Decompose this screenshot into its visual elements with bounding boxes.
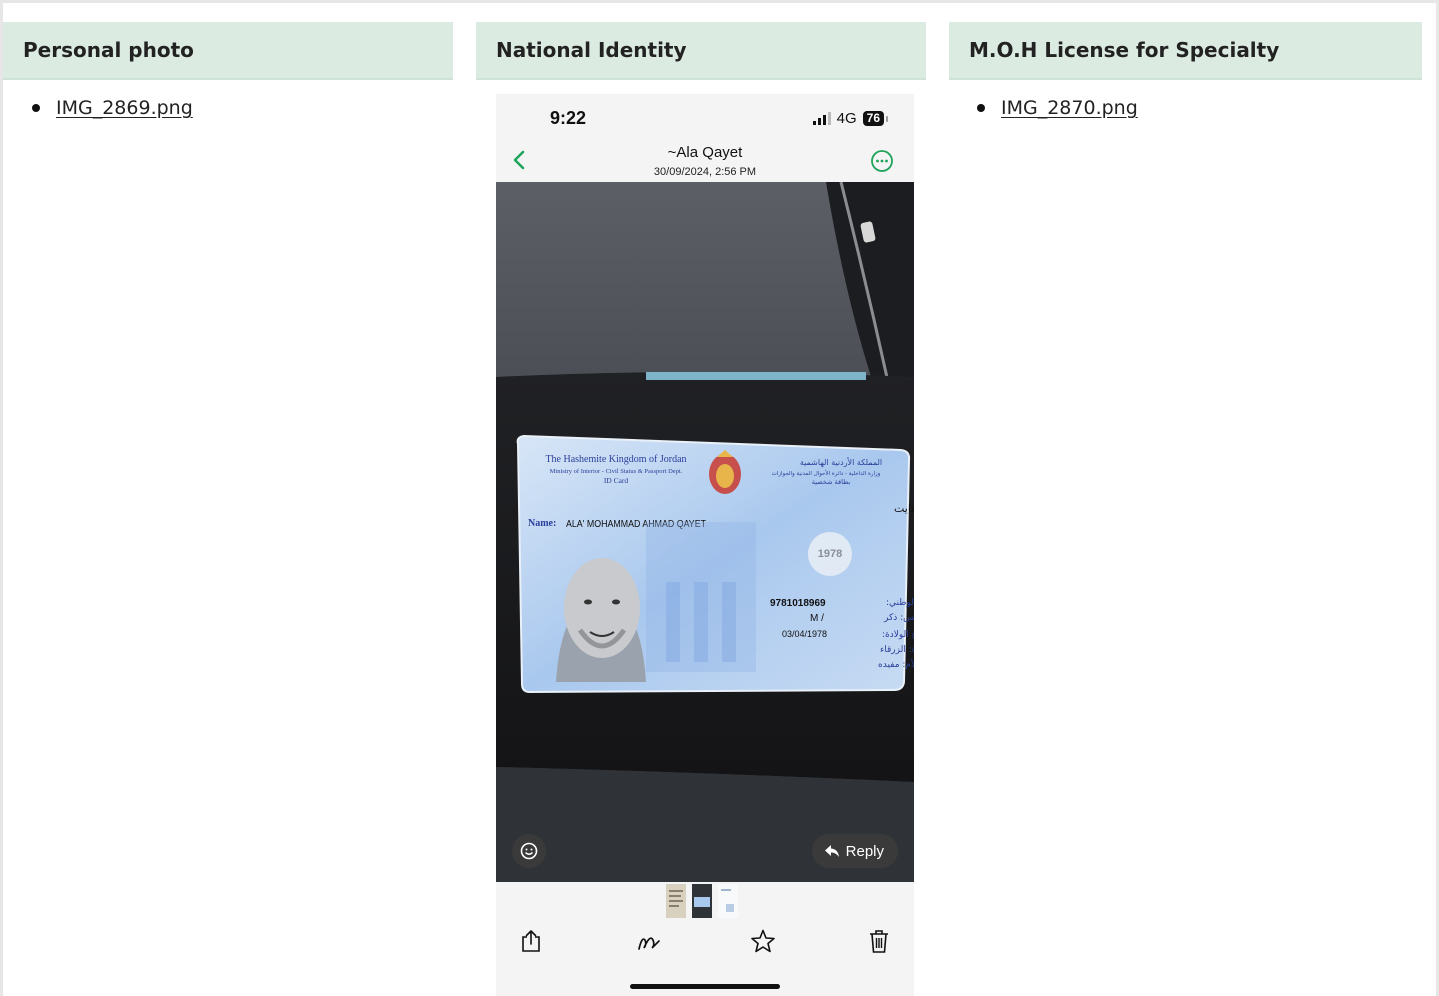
share-icon[interactable] — [518, 928, 544, 954]
id-card-photo: The Hashemite Kingdom of Jordan Ministry… — [496, 182, 914, 882]
contact-name: ~Ala Qayet — [667, 144, 743, 161]
card-header-en-2: Ministry of Interior - Civil Status & Pa… — [550, 468, 683, 475]
thumbnail-document[interactable] — [666, 884, 686, 918]
card-header-en-3: ID Card — [604, 476, 629, 485]
card-header-en-1: The Hashemite Kingdom of Jordan — [545, 454, 686, 465]
id-card-scene: The Hashemite Kingdom of Jordan Ministry… — [496, 182, 914, 882]
section-title: M.O.H License for Specialty — [969, 38, 1280, 62]
thumbnail-license[interactable] — [718, 884, 738, 918]
card-dob: 03/04/1978 — [782, 629, 827, 639]
moh-license-file-list: IMG_2870.png — [977, 94, 1138, 122]
signal-icon — [812, 112, 831, 125]
card-header-ar-2: وزارة الداخلية - دائرة الأحوال المدنية و… — [772, 469, 881, 477]
network-type: 4G — [836, 110, 857, 127]
card-dob-label: تاريخ الولادة: — [882, 630, 914, 640]
message-timestamp: 30/09/2024, 2:56 PM — [653, 166, 757, 178]
list-item: IMG_2869.png — [32, 94, 193, 122]
status-indicators: 4G 76 — [812, 110, 889, 127]
card-header-ar-1: المملكة الأردنية الهاشمية — [800, 457, 882, 467]
bullet-icon — [977, 104, 985, 112]
trash-icon[interactable] — [866, 928, 892, 954]
card-mother-name: اسم الأم: مفيده — [878, 658, 914, 670]
section-header-personal-photo: Personal photo — [3, 22, 453, 80]
card-sex: M / — [810, 613, 824, 624]
status-time: 9:22 — [550, 108, 587, 128]
section-title: Personal photo — [23, 38, 194, 62]
photo-toolbar — [496, 924, 914, 964]
emoji-reaction-button[interactable] — [512, 834, 546, 868]
list-item: IMG_2870.png — [977, 94, 1138, 122]
id-card: The Hashemite Kingdom of Jordan Ministry… — [516, 434, 914, 694]
card-name-ar: الاسم: علاء محمد احمد قايت — [894, 502, 914, 515]
reply-button[interactable]: Reply — [811, 834, 898, 868]
card-birthplace: مكان الولادة: الزرقاء — [880, 645, 914, 655]
section-header-moh-license: M.O.H License for Specialty — [949, 22, 1422, 80]
card-national-number-label: الرقم الوطني: — [886, 598, 914, 608]
file-link[interactable]: IMG_2870.png — [1001, 97, 1138, 119]
smiley-icon — [520, 842, 538, 860]
card-sex-label: الجنس: ذكر — [883, 613, 914, 623]
thumbnail-strip — [666, 884, 738, 918]
card-name-label: Name: — [528, 518, 556, 529]
status-bar: 9:22 4G 76 — [496, 94, 914, 142]
thumbnail-id-card[interactable] — [692, 884, 712, 918]
nav-bar: ~Ala Qayet 30/09/2024, 2:56 PM — [496, 142, 914, 182]
section-header-national-identity: National Identity — [476, 22, 926, 80]
card-year-hologram: 1978 — [818, 548, 842, 560]
star-icon[interactable] — [750, 928, 776, 954]
card-header-ar-3: بطاقة شخصية — [812, 478, 851, 486]
section-title: National Identity — [496, 38, 687, 62]
national-identity-image[interactable]: 9:22 4G 76 ~Ala Qayet 30/09/2024, 2:56 P… — [496, 94, 914, 996]
battery-icon: 76 — [862, 111, 889, 126]
markup-icon[interactable] — [636, 928, 662, 954]
personal-photo-file-list: IMG_2869.png — [32, 94, 193, 122]
more-options-icon[interactable] — [870, 149, 894, 173]
file-link[interactable]: IMG_2869.png — [56, 97, 193, 119]
reply-label: Reply — [845, 842, 884, 860]
card-national-number: 9781018969 — [770, 598, 826, 609]
home-indicator — [630, 984, 780, 989]
reply-arrow-icon — [824, 845, 839, 857]
bullet-icon — [32, 104, 40, 112]
